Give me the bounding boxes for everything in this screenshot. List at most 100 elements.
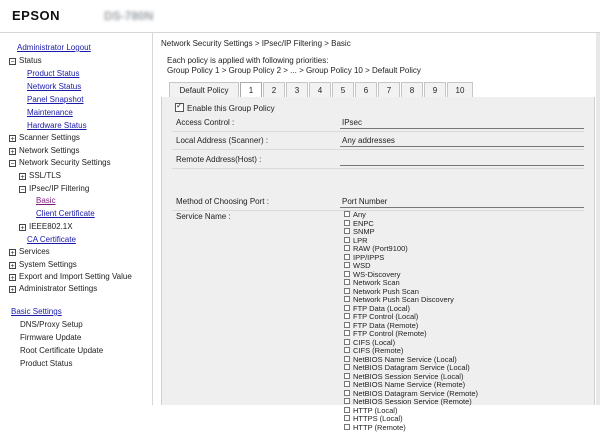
field-value: Port Number: [342, 197, 387, 206]
sidebar-item-ipsec-ip-filtering[interactable]: −IPsec/IP Filtering: [19, 184, 89, 194]
service-name-label: Service Name :: [176, 212, 231, 221]
main-content: Network Security Settings > IPsec/IP Fil…: [153, 33, 600, 405]
checkbox-unchecked-icon[interactable]: [344, 339, 350, 345]
sidebar-item-ssl-tls[interactable]: +SSL/TLS: [19, 171, 61, 181]
collapse-icon[interactable]: −: [19, 186, 26, 193]
sidebar-item-product-status-2[interactable]: Product Status: [20, 359, 72, 369]
sidebar-item-panel-snapshot[interactable]: Panel Snapshot: [27, 95, 84, 105]
checkbox-checked-icon[interactable]: [175, 103, 184, 112]
field-value: IPsec: [342, 118, 362, 127]
tab-7[interactable]: 7: [378, 82, 400, 98]
sidebar-item-client-certificate[interactable]: Client Certificate: [36, 209, 95, 219]
checkbox-unchecked-icon[interactable]: [344, 322, 350, 328]
tab-10[interactable]: 10: [447, 82, 473, 98]
basic-settings-link[interactable]: Basic Settings: [11, 307, 62, 317]
checkbox-unchecked-icon[interactable]: [344, 262, 350, 268]
sidebar-item-services[interactable]: +Services: [9, 247, 50, 257]
checkbox-unchecked-icon[interactable]: [344, 407, 350, 413]
tab-6[interactable]: 6: [355, 82, 377, 98]
expand-icon[interactable]: +: [19, 224, 26, 231]
checkbox-unchecked-icon[interactable]: [344, 279, 350, 285]
checkbox-unchecked-icon[interactable]: [344, 254, 350, 260]
checkbox-unchecked-icon[interactable]: [344, 390, 350, 396]
sidebar-item-dns-proxy[interactable]: DNS/Proxy Setup: [20, 320, 83, 330]
expand-icon[interactable]: +: [9, 262, 16, 269]
sidebar-item-product-status[interactable]: Product Status: [27, 69, 79, 79]
tab-8[interactable]: 8: [401, 82, 423, 98]
header-bar: EPSON DS-780N: [0, 0, 600, 33]
checkbox-unchecked-icon[interactable]: [344, 288, 350, 294]
tab-default-policy[interactable]: Default Policy: [169, 82, 239, 98]
model-name: DS-780N: [104, 9, 153, 23]
policy-panel: Enable this Group Policy Access Control …: [161, 97, 595, 405]
sidebar-item-basic[interactable]: Basic: [36, 196, 56, 206]
checkbox-unchecked-icon[interactable]: [344, 330, 350, 336]
collapse-icon[interactable]: −: [9, 58, 16, 65]
checkbox-unchecked-icon[interactable]: [344, 415, 350, 421]
sidebar-item-network-settings[interactable]: +Network Settings: [9, 146, 79, 156]
checkbox-unchecked-icon[interactable]: [344, 228, 350, 234]
checkbox-unchecked-icon[interactable]: [344, 381, 350, 387]
policy-line-1: Each policy is applied with following pr…: [167, 56, 421, 66]
sidebar-item-administrator-settings[interactable]: +Administrator Settings: [9, 284, 97, 294]
checkbox-unchecked-icon[interactable]: [344, 356, 350, 362]
sidebar-item-scanner-settings[interactable]: +Scanner Settings: [9, 133, 80, 143]
expand-icon[interactable]: +: [9, 274, 16, 281]
checkbox-unchecked-icon[interactable]: [344, 220, 350, 226]
field-label: Local Address (Scanner) :: [176, 136, 268, 145]
checkbox-unchecked-icon[interactable]: [344, 347, 350, 353]
checkbox-unchecked-icon[interactable]: [344, 296, 350, 302]
remote-address-input[interactable]: [340, 153, 584, 166]
field-label: Access Control :: [176, 118, 234, 127]
expand-icon[interactable]: +: [9, 148, 16, 155]
sidebar-item-ieee8021x[interactable]: +IEEE802.1X: [19, 222, 73, 232]
enable-group-policy[interactable]: Enable this Group Policy: [175, 103, 275, 113]
checkbox-unchecked-icon[interactable]: [344, 373, 350, 379]
service-label: HTTP (Remote): [353, 423, 406, 432]
sidebar-item-system-settings[interactable]: +System Settings: [9, 260, 77, 270]
service-list: AnyENPCSNMPLPRRAW (Port9100)IPP/IPPSWSDW…: [344, 211, 478, 432]
sidebar-item-network-status[interactable]: Network Status: [27, 82, 81, 92]
expand-icon[interactable]: +: [9, 249, 16, 256]
tab-9[interactable]: 9: [424, 82, 446, 98]
sidebar-item-status[interactable]: −Status: [9, 56, 42, 66]
brand-logo: EPSON: [12, 8, 60, 23]
field-label: Remote Address(Host) :: [176, 155, 261, 164]
tab-4[interactable]: 4: [309, 82, 331, 98]
admin-logout-link[interactable]: Administrator Logout: [17, 43, 91, 53]
field-access-control: Access Control : IPsec: [172, 115, 584, 132]
checkbox-unchecked-icon[interactable]: [344, 313, 350, 319]
tab-3[interactable]: 3: [286, 82, 308, 98]
expand-icon[interactable]: +: [9, 135, 16, 142]
policy-line-2: Group Policy 1 > Group Policy 2 > ... > …: [167, 66, 421, 76]
sidebar-item-hardware-status[interactable]: Hardware Status: [27, 121, 87, 131]
tab-2[interactable]: 2: [263, 82, 285, 98]
sidebar-item-ca-certificate[interactable]: CA Certificate: [27, 235, 76, 245]
checkbox-unchecked-icon[interactable]: [344, 364, 350, 370]
checkbox-unchecked-icon[interactable]: [344, 398, 350, 404]
access-control-select[interactable]: [340, 116, 584, 129]
checkbox-unchecked-icon[interactable]: [344, 211, 350, 217]
sidebar-item-firmware-update[interactable]: Firmware Update: [20, 333, 81, 343]
checkbox-unchecked-icon[interactable]: [344, 245, 350, 251]
enable-label: Enable this Group Policy: [187, 104, 275, 113]
expand-icon[interactable]: +: [19, 173, 26, 180]
field-remote-address: Remote Address(Host) :: [172, 152, 584, 169]
service-option[interactable]: HTTP (Remote): [344, 424, 478, 432]
collapse-icon[interactable]: −: [9, 160, 16, 167]
page-scrollbar[interactable]: [596, 33, 600, 405]
checkbox-unchecked-icon[interactable]: [344, 424, 350, 430]
sidebar-item-maintenance[interactable]: Maintenance: [27, 108, 73, 118]
field-local-address: Local Address (Scanner) : Any addresses: [172, 133, 584, 150]
sidebar-item-export-import[interactable]: +Export and Import Setting Value: [9, 272, 132, 282]
field-value: Any addresses: [342, 136, 395, 145]
breadcrumb: Network Security Settings > IPsec/IP Fil…: [161, 39, 351, 48]
tab-5[interactable]: 5: [332, 82, 354, 98]
checkbox-unchecked-icon[interactable]: [344, 271, 350, 277]
policy-description: Each policy is applied with following pr…: [167, 56, 421, 76]
sidebar-item-root-certificate-update[interactable]: Root Certificate Update: [20, 346, 103, 356]
expand-icon[interactable]: +: [9, 286, 16, 293]
sidebar-item-network-security-settings[interactable]: −Network Security Settings: [9, 158, 111, 168]
checkbox-unchecked-icon[interactable]: [344, 237, 350, 243]
checkbox-unchecked-icon[interactable]: [344, 305, 350, 311]
